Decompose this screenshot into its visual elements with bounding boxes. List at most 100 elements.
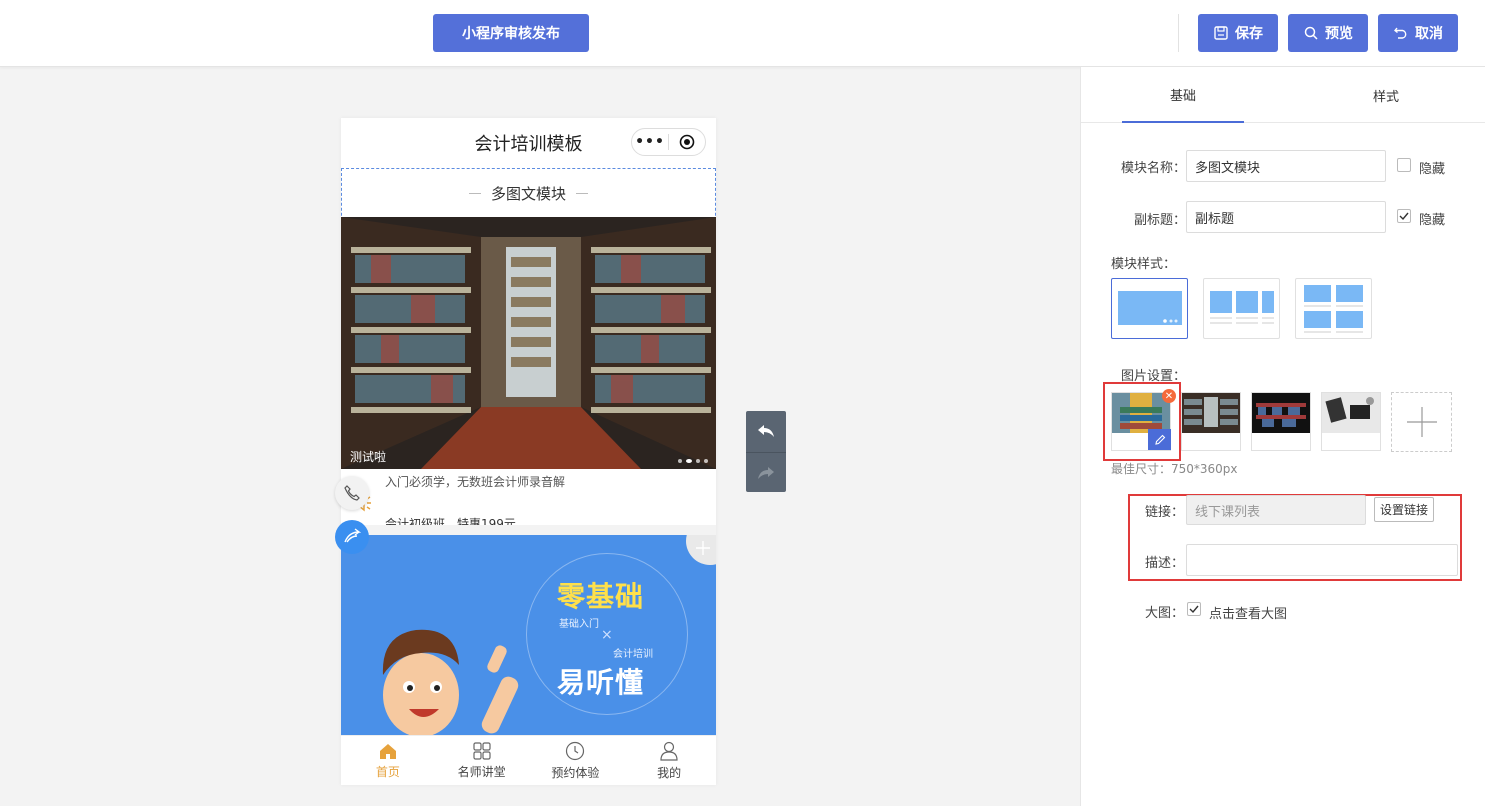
tab-mine[interactable]: 我的 (622, 736, 716, 785)
preview-button[interactable]: 预览 (1288, 14, 1368, 52)
promo-headline-2: 易听懂 (557, 666, 645, 699)
tab-booking[interactable]: 预约体验 (529, 736, 623, 785)
close-target-icon[interactable] (669, 134, 705, 150)
thumb-image-library (1182, 393, 1240, 433)
phone-preview: 会计培训模板 ••• 多图文模块 测试啦 入门必须学，无数班会计师录音解 会计初… (341, 118, 716, 785)
module-name-input[interactable]: 多图文模块 (1186, 150, 1386, 182)
cancel-button[interactable]: 取消 (1378, 14, 1458, 52)
check-icon (1399, 212, 1409, 221)
save-button-label: 保存 (1235, 26, 1263, 42)
highlight-selected-image (1103, 382, 1181, 461)
tab-home[interactable]: 首页 (341, 736, 435, 785)
big-image-option-label: 点击查看大图 (1209, 607, 1288, 622)
tab-home-label: 首页 (375, 764, 400, 779)
big-image-checkbox[interactable] (1187, 602, 1201, 616)
promo-sub-1: 基础入门 (559, 619, 599, 630)
image-thumb-2[interactable] (1181, 392, 1241, 451)
history-controls (746, 411, 786, 492)
check-icon (1189, 605, 1199, 614)
carousel-layout-icon (1118, 291, 1182, 325)
notice-bar[interactable]: 入门必须学，无数班会计师录音解 会计初级班，特惠199元 (341, 475, 716, 531)
banner-pagination (678, 459, 708, 463)
redo-arrow-icon (758, 466, 774, 479)
save-icon (1214, 26, 1228, 40)
image-thumb-4[interactable] (1321, 392, 1381, 451)
more-icon[interactable]: ••• (632, 134, 668, 150)
top-toolbar: 小程序审核发布 保存 预览 取消 (0, 0, 1485, 67)
cancel-button-label: 取消 (1415, 26, 1443, 42)
description-input[interactable] (1186, 544, 1458, 576)
toolbar-divider (1178, 14, 1179, 52)
promo-headline-1: 零基础 (557, 580, 645, 613)
scroll-layout-icon (1210, 291, 1274, 324)
undo-button[interactable] (746, 411, 786, 451)
subtitle-label: 副标题： (1134, 213, 1187, 228)
title-line-left (468, 192, 481, 194)
tab-teachers-label: 名师讲堂 (457, 764, 506, 779)
share-icon (344, 528, 361, 543)
cartoon-teacher (382, 629, 519, 735)
phone-title: 会计培训模板 (474, 134, 583, 155)
save-button[interactable]: 保存 (1198, 14, 1278, 52)
link-label: 链接： (1145, 505, 1185, 520)
library-photo (341, 217, 716, 469)
promo-banner[interactable]: 零基础 基础入门 × 会计培训 易听懂 (341, 535, 716, 735)
tab-mine-label: 我的 (657, 765, 682, 780)
settings-panel: 基础 样式 模块名称： 多图文模块 隐藏 副标题： 副标题 隐藏 模块样式： 图… (1080, 67, 1485, 806)
grid-icon (473, 741, 491, 760)
subtitle-input[interactable]: 副标题 (1186, 201, 1386, 233)
phone-tab-bar: 首页 名师讲堂 预约体验 我的 (341, 735, 716, 785)
banner-dot (696, 459, 700, 463)
publish-button-label: 小程序审核发布 (462, 26, 560, 42)
grid-layout-icon (1304, 285, 1363, 333)
redo-button[interactable] (746, 452, 786, 492)
banner-image[interactable]: 测试啦 (341, 217, 716, 469)
notice-prev-text: 入门必须学，无数班会计师录音解 (385, 475, 566, 489)
hide-module-name-checkbox[interactable] (1397, 158, 1411, 172)
search-icon (1304, 26, 1318, 40)
hide-module-name-label: 隐藏 (1419, 162, 1446, 177)
clock-icon (566, 741, 585, 760)
module-style-label: 模块样式： (1111, 257, 1177, 272)
module-title: 多图文模块 (490, 184, 566, 203)
hide-subtitle-label: 隐藏 (1419, 213, 1446, 228)
move-icon (696, 541, 710, 555)
phone-icon (344, 485, 360, 501)
undo-arrow-icon (758, 425, 774, 437)
share-float-button[interactable] (335, 520, 369, 554)
image-size-hint: 最佳尺寸：750*360px (1111, 462, 1238, 476)
tab-style[interactable]: 样式 (1325, 67, 1447, 123)
image-thumb-3[interactable] (1251, 392, 1311, 451)
thumb-image-desk (1322, 393, 1380, 433)
description-label: 描述： (1145, 556, 1185, 571)
drag-handle[interactable] (686, 535, 716, 565)
banner-dot (678, 459, 682, 463)
module-title-row: 多图文模块 (342, 169, 715, 217)
tab-booking-label: 预约体验 (551, 765, 600, 780)
banner-caption: 测试啦 (350, 450, 387, 464)
tab-style-label: 样式 (1372, 89, 1399, 105)
undo-icon (1394, 27, 1407, 39)
style-option-scroll[interactable] (1203, 278, 1280, 339)
call-float-button[interactable] (335, 476, 369, 510)
preview-button-label: 预览 (1325, 26, 1353, 42)
add-image-button[interactable] (1391, 392, 1452, 452)
module-gap (341, 525, 716, 535)
style-option-grid[interactable] (1295, 278, 1372, 339)
promo-cross: × (601, 627, 613, 643)
mini-program-capsule[interactable]: ••• (631, 128, 706, 156)
set-link-button[interactable]: 设置链接 (1374, 497, 1434, 522)
home-icon (379, 743, 396, 759)
module-name-label: 模块名称： (1121, 161, 1187, 176)
publish-button[interactable]: 小程序审核发布 (433, 14, 589, 52)
user-icon (660, 741, 678, 761)
panel-tabs: 基础 样式 (1081, 67, 1485, 123)
tab-teachers[interactable]: 名师讲堂 (435, 736, 529, 785)
tab-basic[interactable]: 基础 (1122, 67, 1244, 123)
link-input[interactable]: 线下课列表 (1186, 495, 1366, 525)
hide-subtitle-checkbox[interactable] (1397, 209, 1411, 223)
thumb-image-shelves-dark (1252, 393, 1310, 433)
banner-dot (704, 459, 708, 463)
tab-basic-label: 基础 (1169, 88, 1196, 104)
style-option-carousel[interactable] (1111, 278, 1188, 339)
